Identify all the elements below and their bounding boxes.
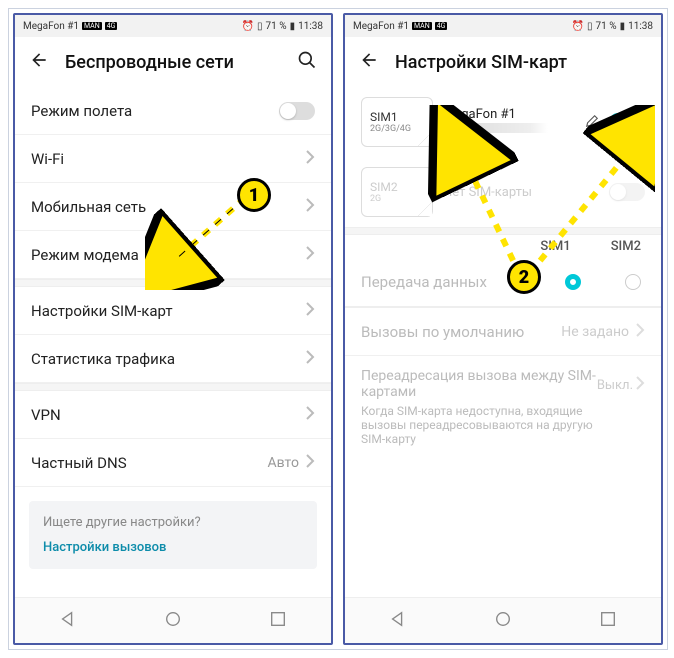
sim1-type: 2G/3G/4G [370,124,424,134]
vibrate-icon: ▯ [587,21,593,32]
row-call-forwarding: Переадресация вызова между SIM-картами К… [345,356,661,458]
nav-bar [15,597,331,643]
fwd-desc: Когда SIM-карта недоступна, входящие выз… [361,404,597,446]
sim2-carrier: Нет SIM-карты [443,185,599,200]
sim1-card: SIM1 2G/3G/4G [361,97,433,147]
toggle-airplane[interactable] [279,102,315,120]
label-dns: Частный DNS [31,454,127,472]
header: Настройки SIM-карт [345,37,661,87]
battery-pct: 71 % [266,21,287,32]
badge-man: MAN [82,22,102,30]
back-button[interactable] [29,50,49,74]
value-dns: Авто [268,455,300,471]
chevron-right-icon [635,323,645,341]
sim2-type: 2G [370,194,424,204]
carrier-label: MegaFon #1 [353,21,409,32]
fwd-title: Переадресация вызова между SIM-картами [361,368,597,400]
fwd-value: Выкл. [597,378,633,393]
hint-question: Ищете другие настройки? [43,515,303,530]
label-data: Передача данных [361,273,487,291]
label-modem: Режим модема [31,246,139,264]
badge-4g: 4G [435,22,448,30]
link-call-settings[interactable]: Настройки вызовов [43,540,303,555]
label-vpn: VPN [31,406,61,424]
chevron-right-icon [305,198,315,216]
badge-4g: 4G [105,22,118,30]
label-mobile: Мобильная сеть [31,198,146,216]
alarm-icon: ⏰ [572,21,584,32]
clock: 11:38 [298,21,323,32]
section-divider [15,279,331,287]
phone-screen-wireless: MegaFon #1 MAN 4G ⏰ ▯ 71 % ▮ 11:38 Беспр… [13,13,333,645]
chevron-right-icon [305,454,315,472]
battery-icon: ▮ [290,21,296,32]
nav-recent-button[interactable] [269,610,287,632]
radio-data-sim1[interactable] [565,274,581,290]
edit-icon[interactable] [585,113,599,132]
toggle-sim2 [609,183,645,201]
battery-icon: ▮ [620,21,626,32]
value-calls: Не задано [561,324,629,340]
chevron-right-icon [305,246,315,264]
section-divider [345,227,661,235]
nav-back-button[interactable] [389,610,407,632]
back-button[interactable] [359,50,379,74]
row-tether-mode[interactable]: Режим модема [15,231,331,279]
sim2-card: SIM2 2G [361,167,433,217]
page-title: Настройки SIM-карт [395,52,647,73]
row-sim-settings[interactable]: Настройки SIM-карт [15,287,331,335]
row-traffic-stats[interactable]: Статистика трафика [15,335,331,383]
label-stats: Статистика трафика [31,350,175,368]
sim1-row[interactable]: SIM1 2G/3G/4G MegaFon #1 +7 [345,87,661,157]
sim-column-headers: SIM1 SIM2 [345,235,661,258]
chevron-right-icon [305,302,315,320]
nav-bar [345,597,661,643]
alarm-icon: ⏰ [242,21,254,32]
status-bar: MegaFon #1 MAN 4G ⏰ ▯ 71 % ▮ 11:38 [345,15,661,37]
nav-back-button[interactable] [59,610,77,632]
phone-screen-sim-settings: MegaFon #1 MAN 4G ⏰ ▯ 71 % ▮ 11:38 Настр… [343,13,663,645]
sim1-carrier: MegaFon #1 [443,107,575,122]
sim2-row: SIM2 2G Нет SIM-карты [345,157,661,227]
row-data-transfer: Передача данных [345,258,661,306]
nav-home-button[interactable] [494,610,512,632]
row-wifi[interactable]: Wi-Fi [15,135,331,183]
col-sim2: SIM2 [611,239,641,254]
battery-pct: 71 % [596,21,617,32]
status-bar: MegaFon #1 MAN 4G ⏰ ▯ 71 % ▮ 11:38 [15,15,331,37]
page-title: Беспроводные сети [65,52,281,73]
radio-data-sim2 [625,274,641,290]
col-sim1: SIM1 [540,239,570,254]
carrier-label: MegaFon #1 [23,21,79,32]
label-calls: Вызовы по умолчанию [361,323,524,341]
section-divider [15,383,331,391]
clock: 11:38 [628,21,653,32]
row-mobile-network[interactable]: Мобильная сеть [15,183,331,231]
row-vpn[interactable]: VPN [15,391,331,439]
chevron-right-icon [305,406,315,424]
header: Беспроводные сети [15,37,331,87]
badge-man: MAN [412,22,432,30]
chevron-right-icon [305,350,315,368]
label-wifi: Wi-Fi [31,150,64,168]
sim1-number-masked [458,123,548,133]
chevron-right-icon [635,376,645,394]
row-airplane-mode[interactable]: Режим полета [15,87,331,135]
label-sim: Настройки SIM-карт [31,302,173,320]
nav-home-button[interactable] [164,610,182,632]
sim1-num-prefix: +7 [443,122,458,137]
vibrate-icon: ▯ [257,21,263,32]
toggle-sim1[interactable] [609,113,645,131]
chevron-right-icon [305,150,315,168]
nav-recent-button[interactable] [599,610,617,632]
sim1-name: SIM1 [370,110,424,124]
hint-box: Ищете другие настройки? Настройки вызово… [29,501,317,569]
sim2-name: SIM2 [370,180,424,194]
row-default-calls[interactable]: Вызовы по умолчанию Не задано [345,308,661,356]
row-private-dns[interactable]: Частный DNS Авто [15,439,331,487]
search-button[interactable] [297,50,317,74]
label-airplane: Режим полета [31,102,132,120]
